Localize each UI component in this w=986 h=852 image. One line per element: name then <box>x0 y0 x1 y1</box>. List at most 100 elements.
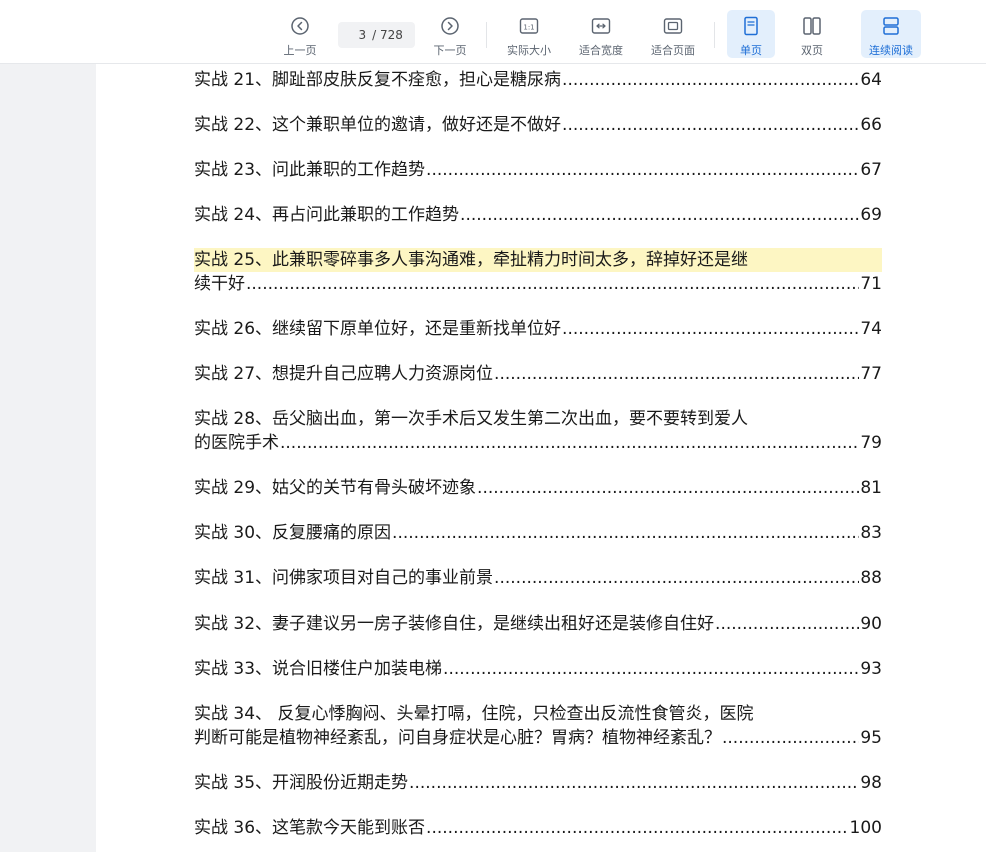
toc-entry[interactable]: 实战 26、继续留下原单位好，还是重新找单位好 74 <box>194 317 882 341</box>
toc-page-number: 69 <box>860 205 882 225</box>
toolbar-divider <box>486 22 487 48</box>
next-page-label: 下一页 <box>433 44 467 57</box>
continuous-reading-icon <box>880 15 902 37</box>
prev-page-button[interactable]: 上一页 <box>280 10 320 58</box>
document-page: 实战 21、脚趾部皮肤反复不痊愈，担心是糖尿病 64 实战 22、这个兼职单位的邀请… <box>96 64 986 852</box>
toc-line: 实战 23、问此兼职的工作趋势 67 <box>194 158 882 182</box>
toc-line: 实战 32、妻子建议另一房子装修自住，是继续出租好还是装修自住好 90 <box>194 612 882 636</box>
toc-entry-title: 实战 21、脚趾部皮肤反复不痊愈，担心是糖尿病 <box>194 70 562 90</box>
toc-entry-title: 实战 29、姑父的关节有骨头破坏迹象 <box>194 478 477 498</box>
fit-page-label: 适合页面 <box>651 44 695 57</box>
toc-entry-title: 实战 27、想提升自己应聘人力资源岗位 <box>194 364 494 384</box>
toc-leader-dots <box>494 566 859 590</box>
toc-page-number: 71 <box>860 274 882 294</box>
toc-entry-title: 实战 23、问此兼职的工作趋势 <box>194 160 426 180</box>
toc-line: 实战 25、此兼职零碎事多人事沟通难，牵扯精力时间太多，辞掉好还是继 <box>194 248 882 272</box>
continuous-reading-label: 连续阅读 <box>869 44 913 57</box>
toc-entry[interactable]: 实战 27、想提升自己应聘人力资源岗位 77 <box>194 362 882 386</box>
next-page-button[interactable]: 下一页 <box>430 10 470 58</box>
toc-line: 实战 26、继续留下原单位好，还是重新找单位好 74 <box>194 317 882 341</box>
toc-entry[interactable]: 实战 25、此兼职零碎事多人事沟通难，牵扯精力时间太多，辞掉好还是继续干好 71 <box>194 248 882 296</box>
toc-page-number: 98 <box>860 773 882 793</box>
toc-line: 的医院手术 79 <box>194 431 882 455</box>
toc-entry-title: 实战 26、继续留下原单位好，还是重新找单位好 <box>194 319 562 339</box>
toc-page-number: 64 <box>860 70 882 90</box>
toc-page-number: 67 <box>860 160 882 180</box>
actual-size-button[interactable]: 1:1 实际大小 <box>502 10 556 58</box>
toc-entry[interactable]: 实战 29、姑父的关节有骨头破坏迹象 81 <box>194 476 882 500</box>
actual-size-icon-text: 1:1 <box>523 23 534 31</box>
toc-leader-dots <box>460 203 859 227</box>
toc-entry[interactable]: 实战 28、岳父脑出血，第一次手术后又发生第二次出血，要不要转到爱人 的医院手术 … <box>194 407 882 455</box>
toc-page-number: 88 <box>860 568 882 588</box>
fit-width-icon <box>590 15 612 37</box>
toc-entry[interactable]: 实战 30、反复腰痛的原因 83 <box>194 521 882 545</box>
toc-entry[interactable]: 实战 23、问此兼职的工作趋势 67 <box>194 158 882 182</box>
single-page-label: 单页 <box>740 44 762 57</box>
single-page-icon <box>740 15 762 37</box>
toc-line: 实战 30、反复腰痛的原因 83 <box>194 521 882 545</box>
toc-entry[interactable]: 实战 34、 反复心悸胸闷、头晕打嗝，住院，只检查出反流性食管炎，医院 判断可能是… <box>194 702 882 750</box>
toc-line: 续干好 71 <box>194 272 882 296</box>
toc-entry-title: 实战 30、反复腰痛的原因 <box>194 523 392 543</box>
toc-entry-title: 实战 34、 反复心悸胸闷、头晕打嗝，住院，只检查出反流性食管炎，医院 <box>194 704 754 724</box>
toc-page-number: 77 <box>860 364 882 384</box>
toc-page-number: 83 <box>860 523 882 543</box>
toc-leader-dots <box>562 317 859 341</box>
toc-entry-title: 续干好 <box>194 274 245 294</box>
fit-width-button[interactable]: 适合宽度 <box>574 10 628 58</box>
toc-leader-dots <box>409 771 859 795</box>
toc-entry-title: 判断可能是植物神经紊乱，问自身症状是心脏？胃病？植物神经紊乱？ <box>194 728 721 748</box>
chevron-left-circle-icon <box>289 15 311 37</box>
chevron-right-circle-icon <box>439 15 461 37</box>
toc-leader-dots <box>426 158 859 182</box>
toc-entry-title: 的医院手术 <box>194 433 279 453</box>
page-indicator: / 728 <box>338 22 415 48</box>
toc-line: 实战 34、 反复心悸胸闷、头晕打嗝，住院，只检查出反流性食管炎，医院 <box>194 702 882 726</box>
total-pages: / 728 <box>372 28 403 42</box>
toc-entry-title: 实战 22、这个兼职单位的邀请，做好还是不做好 <box>194 115 562 135</box>
toc-leader-dots <box>246 272 859 296</box>
toc-page-number: 81 <box>860 478 882 498</box>
toc-entry[interactable]: 实战 32、妻子建议另一房子装修自住，是继续出租好还是装修自住好 90 <box>194 612 882 636</box>
toc-line: 实战 36、这笔款今天能到账否 100 <box>194 816 882 840</box>
toc-entry-title: 实战 36、这笔款今天能到账否 <box>194 818 426 838</box>
double-page-label: 双页 <box>801 44 823 57</box>
toc-line: 判断可能是植物神经紊乱，问自身症状是心脏？胃病？植物神经紊乱？ 95 <box>194 726 882 750</box>
double-page-icon <box>801 15 823 37</box>
toc-line: 实战 22、这个兼职单位的邀请，做好还是不做好 66 <box>194 113 882 137</box>
toc-entry[interactable]: 实战 24、再占问此兼职的工作趋势 69 <box>194 203 882 227</box>
toc-entry[interactable]: 实战 31、问佛家项目对自己的事业前景 88 <box>194 566 882 590</box>
fit-page-button[interactable]: 适合页面 <box>646 10 700 58</box>
toc-leader-dots <box>715 612 859 636</box>
toc-page-number: 100 <box>849 818 882 838</box>
actual-size-icon: 1:1 <box>518 15 540 37</box>
toc-leader-dots <box>443 657 859 681</box>
toc-leader-dots <box>392 521 859 545</box>
toc-page-number: 93 <box>860 659 882 679</box>
toc-line: 实战 29、姑父的关节有骨头破坏迹象 81 <box>194 476 882 500</box>
toc-page-number: 90 <box>860 614 882 634</box>
reader-toolbar: 上一页 / 728 下一页 1:1 实际大小 适合宽度 适合页面 单页 <box>0 0 986 64</box>
toc-line: 实战 28、岳父脑出血，第一次手术后又发生第二次出血，要不要转到爱人 <box>194 407 882 431</box>
current-page-input[interactable] <box>350 28 367 42</box>
toc-page-number: 66 <box>860 115 882 135</box>
continuous-reading-button[interactable]: 连续阅读 <box>861 10 921 58</box>
toc-line: 实战 35、开润股份近期走势 98 <box>194 771 882 795</box>
toc-entry-title: 实战 24、再占问此兼职的工作趋势 <box>194 205 460 225</box>
toc-entry-title: 实战 28、岳父脑出血，第一次手术后又发生第二次出血，要不要转到爱人 <box>194 409 749 429</box>
toc-entry[interactable]: 实战 35、开润股份近期走势 98 <box>194 771 882 795</box>
toc-entry-title: 实战 32、妻子建议另一房子装修自住，是继续出租好还是装修自住好 <box>194 614 715 634</box>
toc-line: 实战 33、说合旧楼住户加装电梯 93 <box>194 657 882 681</box>
toc-line: 实战 21、脚趾部皮肤反复不痊愈，担心是糖尿病 64 <box>194 68 882 92</box>
toc-entry[interactable]: 实战 21、脚趾部皮肤反复不痊愈，担心是糖尿病 64 <box>194 68 882 92</box>
single-page-button[interactable]: 单页 <box>727 10 775 58</box>
toc-entry[interactable]: 实战 33、说合旧楼住户加装电梯 93 <box>194 657 882 681</box>
toc-entry[interactable]: 实战 22、这个兼职单位的邀请，做好还是不做好 66 <box>194 113 882 137</box>
double-page-button[interactable]: 双页 <box>790 10 834 58</box>
toc-leader-dots <box>562 113 859 137</box>
toc-leader-dots <box>722 726 859 750</box>
actual-size-label: 实际大小 <box>507 44 551 57</box>
toc-leader-dots <box>494 362 859 386</box>
toc-entry[interactable]: 实战 36、这笔款今天能到账否 100 <box>194 816 882 840</box>
